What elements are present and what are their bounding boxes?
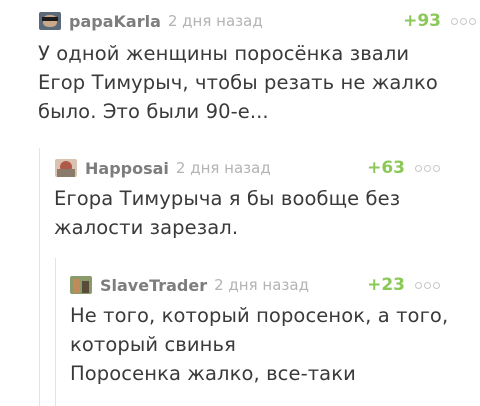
comment-text: Не того, который поросенок, а того, кото… <box>70 301 480 388</box>
comment-line: Поросенка жалко, все-таки <box>70 362 356 385</box>
comment-line: Егор Тимурыч, чтобы резать не жалко <box>38 71 438 94</box>
timestamp[interactable]: 2 дня назад <box>168 12 263 30</box>
rating: +23 <box>367 275 405 295</box>
comment-line: Не того, который поросенок, а того, <box>70 304 449 327</box>
comment-line: Егора Тимурыча я бы вообще без <box>54 187 401 210</box>
comment-reply: Happosai 2 дня назад +63 Егора Тимурыча … <box>0 156 480 242</box>
comment-reply: SlaveTrader 2 дня назад +23 Не того, кот… <box>0 273 480 388</box>
avatar[interactable] <box>55 159 77 177</box>
comment: papaKarla 2 дня назад +93 У одной женщин… <box>0 9 480 126</box>
comment-header: papaKarla 2 дня назад +93 <box>39 9 480 33</box>
comment-header: Happosai 2 дня назад +63 <box>0 156 480 180</box>
more-options-icon[interactable] <box>415 164 440 172</box>
comment-line: который свинья <box>70 333 236 356</box>
comment-line: У одной женщины поросёнка звали <box>38 42 410 65</box>
username[interactable]: SlaveTrader <box>100 276 207 295</box>
timestamp[interactable]: 2 дня назад <box>176 159 271 177</box>
avatar[interactable] <box>70 276 92 294</box>
username[interactable]: Happosai <box>85 159 169 178</box>
avatar[interactable] <box>39 12 61 30</box>
more-options-icon[interactable] <box>415 281 440 289</box>
timestamp[interactable]: 2 дня назад <box>214 276 309 294</box>
comment-text: У одной женщины поросёнка звали Егор Тим… <box>38 39 480 126</box>
comment-text: Егора Тимурыча я бы вообще без жалости з… <box>54 184 480 242</box>
username[interactable]: papaKarla <box>69 12 161 31</box>
rating: +63 <box>367 158 405 178</box>
comment-line: было. Это были 90-е... <box>38 100 269 123</box>
comment-header: SlaveTrader 2 дня назад +23 <box>0 273 480 297</box>
comment-line: жалости зарезал. <box>54 216 239 239</box>
more-options-icon[interactable] <box>451 17 476 25</box>
rating: +93 <box>403 11 441 31</box>
